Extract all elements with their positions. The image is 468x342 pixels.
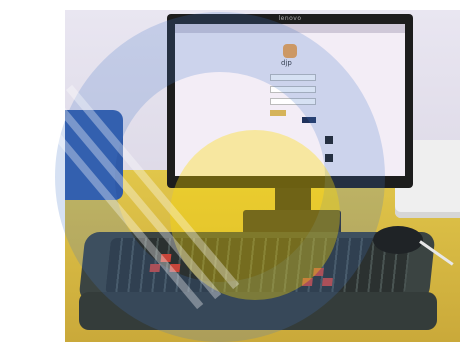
red-accent-key: [160, 254, 172, 262]
computer-monitor: lenovo djp: [167, 14, 413, 188]
red-accent-key: [149, 264, 161, 272]
captcha-image: [270, 110, 286, 116]
red-accent-key: [313, 268, 324, 276]
captcha-input: [270, 98, 316, 105]
play-store-badge-icon: [325, 154, 333, 162]
browser-toolbar: [175, 24, 405, 33]
djp-logo-icon: [283, 44, 297, 58]
red-accent-key: [322, 278, 333, 286]
djp-logo-text: djp: [281, 59, 292, 67]
red-accent-key: [169, 264, 181, 272]
password-field: [270, 86, 316, 93]
red-accent-key: [302, 278, 313, 286]
wrist-rest: [79, 292, 437, 330]
monitor-brand-logo: lenovo: [278, 15, 302, 22]
office-desk-photo: lenovo djp: [65, 10, 460, 342]
blue-chair: [65, 110, 123, 200]
computer-mouse: [373, 226, 423, 254]
app-store-badge-icon: [325, 136, 333, 144]
login-button: [302, 117, 316, 123]
username-field: [270, 74, 316, 81]
monitor-screen: djp: [175, 24, 405, 176]
